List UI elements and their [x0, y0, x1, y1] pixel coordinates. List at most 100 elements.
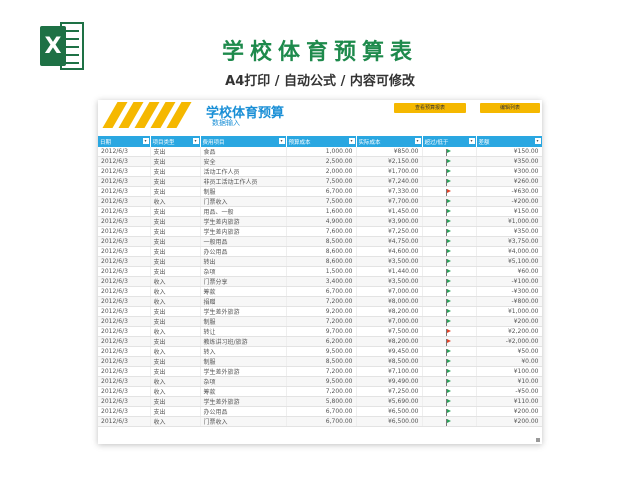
table-cell[interactable]: 食品 — [200, 147, 287, 158]
status-flag-cell[interactable] — [422, 176, 477, 188]
table-cell[interactable]: 2012/6/3 — [98, 316, 151, 328]
status-flag-cell[interactable] — [422, 396, 477, 408]
table-cell[interactable]: ¥7,250.00 — [356, 386, 423, 398]
table-cell[interactable]: 门票收入 — [200, 196, 287, 208]
table-cell[interactable]: 8,600.00 — [286, 256, 357, 268]
column-header[interactable]: 差额 ▾ — [476, 136, 542, 147]
resize-handle[interactable] — [536, 438, 540, 442]
table-cell[interactable]: 2012/6/3 — [98, 366, 151, 378]
table-cell[interactable]: ¥8,000.00 — [356, 296, 423, 308]
status-flag-cell[interactable] — [422, 296, 477, 308]
table-cell[interactable]: 支出 — [150, 316, 201, 328]
table-cell[interactable]: ¥8,500.00 — [356, 356, 423, 368]
table-cell[interactable]: 支出 — [150, 306, 201, 318]
table-cell[interactable]: 2012/6/3 — [98, 156, 151, 168]
table-cell[interactable]: 支出 — [150, 236, 201, 248]
status-flag-cell[interactable] — [422, 236, 477, 248]
filter-dropdown-icon[interactable]: ▾ — [534, 138, 541, 144]
table-cell[interactable]: 收入 — [150, 326, 201, 338]
column-header[interactable]: 预算成本 ▾ — [286, 136, 357, 147]
table-cell[interactable]: ¥7,250.00 — [356, 226, 423, 238]
filter-dropdown-icon[interactable]: ▾ — [468, 138, 475, 144]
table-cell[interactable]: 活动工作人员 — [200, 166, 287, 178]
table-cell[interactable]: ¥7,330.00 — [356, 186, 423, 198]
table-cell[interactable]: 4,900.00 — [286, 216, 357, 228]
table-cell[interactable]: 8,600.00 — [286, 246, 357, 258]
table-cell[interactable]: 筹款 — [200, 386, 287, 398]
table-cell[interactable]: 门票分享 — [200, 276, 287, 288]
table-cell[interactable]: 7,200.00 — [286, 296, 357, 308]
table-cell[interactable]: 办公用品 — [200, 246, 287, 258]
table-cell[interactable]: 2012/6/3 — [98, 246, 151, 258]
table-cell[interactable]: 学生差外旅游 — [200, 306, 287, 318]
table-cell[interactable]: 制服 — [200, 356, 287, 368]
table-cell[interactable]: ¥3,500.00 — [356, 256, 423, 268]
table-cell[interactable]: -¥300.00 — [476, 286, 542, 298]
table-cell[interactable]: 办公用品 — [200, 406, 287, 418]
table-cell[interactable]: 2012/6/3 — [98, 286, 151, 298]
table-cell[interactable]: 1,000.00 — [286, 147, 357, 158]
table-cell[interactable]: 2012/6/3 — [98, 396, 151, 408]
table-cell[interactable]: 制服 — [200, 186, 287, 198]
status-flag-cell[interactable] — [422, 186, 477, 198]
status-flag-cell[interactable] — [422, 286, 477, 298]
table-cell[interactable]: 支出 — [150, 366, 201, 378]
table-cell[interactable]: 转出 — [200, 256, 287, 268]
table-cell[interactable]: 教练讲习班/旅游 — [200, 336, 287, 348]
table-cell[interactable]: 2012/6/3 — [98, 346, 151, 358]
column-header[interactable]: 日期 ▾ — [98, 136, 151, 147]
table-cell[interactable]: 2,000.00 — [286, 166, 357, 178]
table-cell[interactable]: 用品、一般 — [200, 206, 287, 218]
status-flag-cell[interactable] — [422, 336, 477, 348]
table-cell[interactable]: 2012/6/3 — [98, 276, 151, 288]
table-cell[interactable]: ¥5,690.00 — [356, 396, 423, 408]
table-cell[interactable]: ¥3,500.00 — [356, 276, 423, 288]
table-cell[interactable]: ¥7,700.00 — [356, 196, 423, 208]
table-cell[interactable]: 收入 — [150, 346, 201, 358]
table-cell[interactable]: 学生差外旅游 — [200, 366, 287, 378]
table-cell[interactable]: 支出 — [150, 256, 201, 268]
status-flag-cell[interactable] — [422, 356, 477, 368]
table-cell[interactable]: 7,200.00 — [286, 316, 357, 328]
status-flag-cell[interactable] — [422, 366, 477, 378]
column-header[interactable]: 超过/低于 ▾ — [422, 136, 477, 147]
table-cell[interactable]: -¥800.00 — [476, 296, 542, 308]
table-cell[interactable]: 2012/6/3 — [98, 296, 151, 308]
table-cell[interactable]: 2012/6/3 — [98, 326, 151, 338]
table-cell[interactable]: 支出 — [150, 356, 201, 368]
table-cell[interactable]: 2012/6/3 — [98, 196, 151, 208]
status-flag-cell[interactable] — [422, 256, 477, 268]
table-cell[interactable]: 2012/6/3 — [98, 406, 151, 418]
table-cell[interactable]: ¥1,000.00 — [476, 216, 542, 228]
status-flag-cell[interactable] — [422, 246, 477, 258]
table-cell[interactable]: ¥1,450.00 — [356, 206, 423, 218]
table-cell[interactable]: ¥0.00 — [476, 356, 542, 368]
table-cell[interactable]: 2012/6/3 — [98, 356, 151, 368]
table-cell[interactable]: ¥7,000.00 — [356, 286, 423, 298]
table-cell[interactable]: 8,500.00 — [286, 236, 357, 248]
status-flag-cell[interactable] — [422, 206, 477, 218]
table-cell[interactable]: 支出 — [150, 206, 201, 218]
table-cell[interactable]: -¥630.00 — [476, 186, 542, 198]
status-flag-cell[interactable] — [422, 316, 477, 328]
table-cell[interactable]: 转入 — [200, 346, 287, 358]
table-cell[interactable]: 2012/6/3 — [98, 376, 151, 388]
table-cell[interactable]: 2012/6/3 — [98, 236, 151, 248]
table-cell[interactable]: 支出 — [150, 266, 201, 278]
status-flag-cell[interactable] — [422, 266, 477, 278]
table-cell[interactable]: 收入 — [150, 376, 201, 388]
table-cell[interactable]: ¥260.00 — [476, 176, 542, 188]
table-cell[interactable]: 2012/6/3 — [98, 306, 151, 318]
table-cell[interactable]: ¥6,500.00 — [356, 406, 423, 418]
table-cell[interactable]: ¥3,750.00 — [476, 236, 542, 248]
table-cell[interactable]: ¥3,900.00 — [356, 216, 423, 228]
filter-dropdown-icon[interactable]: ▾ — [348, 138, 355, 144]
table-cell[interactable]: 1,600.00 — [286, 206, 357, 218]
table-cell[interactable]: ¥4,000.00 — [476, 246, 542, 258]
table-cell[interactable]: 6,700.00 — [286, 286, 357, 298]
table-cell[interactable]: 2012/6/3 — [98, 166, 151, 178]
table-cell[interactable]: 门票收入 — [200, 416, 287, 428]
status-flag-cell[interactable] — [422, 346, 477, 358]
table-cell[interactable]: ¥10.00 — [476, 376, 542, 388]
table-cell[interactable]: 支出 — [150, 166, 201, 178]
